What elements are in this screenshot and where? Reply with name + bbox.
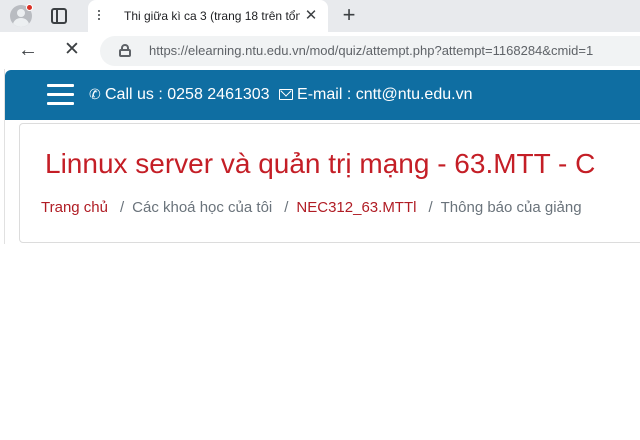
url-text[interactable]: https://elearning.ntu.edu.vn/mod/quiz/at… — [149, 43, 593, 58]
tab-title: Thi giữa kì ca 3 (trang 18 trên tổng — [124, 9, 300, 23]
breadcrumb-separator: / — [284, 199, 289, 216]
contact-info: ✆ Call us : 0258 2461303 E-mail : cntt@nt… — [89, 86, 472, 104]
site-navbar: ✆ Call us : 0258 2461303 E-mail : cntt@nt… — [5, 70, 640, 120]
breadcrumb-announcements[interactable]: Thông báo của giảng — [441, 199, 582, 216]
breadcrumb: Trang chủ / Các khoá học của tôi / NEC312_63… — [41, 199, 582, 216]
breadcrumb-course[interactable]: NEC312_63.MTTl — [296, 199, 416, 216]
call-us-text: Call us : 0258 2461303 — [105, 86, 270, 103]
breadcrumb-separator: / — [119, 199, 125, 216]
tab-actions-icon[interactable] — [51, 8, 67, 24]
breadcrumb-home[interactable]: Trang chủ — [41, 199, 108, 216]
menu-icon[interactable] — [47, 84, 74, 106]
envelope-icon — [279, 89, 294, 100]
breadcrumb-my-courses[interactable]: Các khoá học của tôi — [132, 199, 272, 216]
breadcrumb-separator: / — [428, 199, 433, 216]
new-tab-button[interactable]: + — [338, 4, 360, 26]
stop-loading-button[interactable]: ✕ — [60, 38, 84, 62]
loading-icon — [97, 10, 101, 22]
browser-tab-bar: Thi giữa kì ca 3 (trang 18 trên tổng ✕ + — [0, 0, 640, 32]
close-tab-icon[interactable]: ✕ — [302, 7, 320, 25]
address-bar[interactable]: https://elearning.ntu.edu.vn/mod/quiz/at… — [100, 36, 640, 66]
browser-toolbar: ← ✕ https://elearning.ntu.edu.vn/mod/qui… — [0, 32, 640, 68]
lock-icon[interactable] — [119, 44, 131, 57]
page-title: Linnux server và quản trị mạng - 63.MTT … — [45, 148, 596, 179]
active-tab[interactable]: Thi giữa kì ca 3 (trang 18 trên tổng ✕ — [88, 0, 328, 32]
notification-dot — [26, 4, 33, 11]
phone-icon: ✆ — [89, 86, 101, 102]
email-text: E-mail : cntt@ntu.edu.vn — [297, 86, 473, 103]
back-button[interactable]: ← — [16, 38, 40, 62]
page-header-card: Linnux server và quản trị mạng - 63.MTT … — [19, 123, 640, 243]
